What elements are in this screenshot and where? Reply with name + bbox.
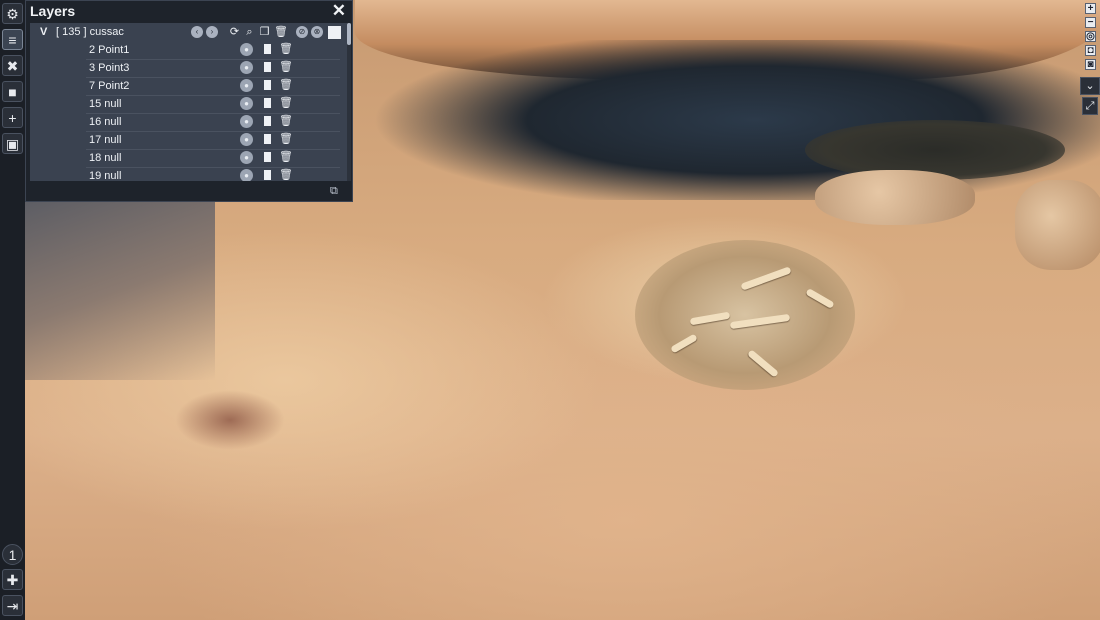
plus-icon[interactable]: + (2, 107, 23, 128)
save-icon[interactable]: ▣ (2, 133, 23, 154)
document-icon[interactable] (263, 61, 272, 73)
trash-icon[interactable]: 🗑 (279, 169, 293, 181)
chevron-down-icon[interactable]: ⌄ (1080, 77, 1100, 95)
trash-icon[interactable]: 🗑 (274, 26, 288, 38)
layer-label: 16 null (89, 116, 122, 128)
layer-label: 18 null (89, 152, 122, 164)
trash-icon[interactable]: 🗑 (279, 79, 293, 91)
document-icon[interactable] (263, 43, 272, 55)
search-icon[interactable]: ⌕ (244, 26, 255, 38)
location-pin-icon[interactable]: ● (240, 43, 253, 56)
rock-boulder-right (1015, 180, 1100, 270)
gear-icon[interactable]: ⚙ (2, 3, 23, 24)
location-pin-icon[interactable]: ● (240, 61, 253, 74)
location-pin-icon[interactable]: ● (240, 79, 253, 92)
zoom-out-icon[interactable]: − (1085, 17, 1096, 28)
close-icon[interactable]: ✕ (332, 1, 346, 21)
rock-boulder (815, 170, 975, 225)
list-item[interactable]: 16 null ● 🗑 (86, 113, 340, 132)
layer-label: 7 Point2 (89, 80, 130, 92)
trash-icon[interactable]: 🗑 (279, 61, 293, 73)
camera-icon[interactable]: ◙ (1085, 59, 1096, 70)
panel-title: Layers (30, 3, 76, 19)
layer-label: 17 null (89, 134, 122, 146)
list-item[interactable]: 2 Point1 ● 🗑 (86, 41, 340, 60)
camera-icon[interactable]: ◘ (1085, 45, 1096, 56)
list-item[interactable]: 17 null ● 🗑 (86, 131, 340, 150)
layer-root-row[interactable]: V [ 135 ] cussac ‹ › ⟳ ⌕ ❐ 🗑 ⊘ ⊗ (30, 23, 348, 41)
scrollbar[interactable] (347, 23, 351, 181)
prev-icon[interactable]: ‹ (191, 26, 203, 38)
rock-wall-left (25, 200, 215, 380)
document-icon[interactable] (263, 151, 272, 163)
document-icon[interactable] (263, 169, 272, 181)
location-pin-icon[interactable]: ● (240, 151, 253, 164)
video-camera-icon[interactable]: ■ (2, 81, 23, 102)
trash-icon[interactable]: 🗑 (279, 133, 293, 145)
trash-icon[interactable]: 🗑 (279, 115, 293, 127)
logout-icon[interactable]: ⇥ (2, 595, 23, 616)
trash-icon[interactable]: 🗑 (279, 151, 293, 163)
layers-stack-icon[interactable]: ⧉ (330, 185, 344, 197)
trash-icon[interactable]: 🗑 (279, 43, 293, 55)
user-add-icon[interactable]: ✚ (2, 569, 23, 590)
location-pin-icon[interactable]: ● (240, 169, 253, 181)
target-icon[interactable]: ◎ (1085, 31, 1096, 42)
water-pool (805, 120, 1065, 180)
document-icon[interactable] (263, 79, 272, 91)
layer-label: 19 null (89, 170, 122, 181)
copy-icon[interactable]: ❐ (259, 26, 270, 38)
fullscreen-icon[interactable]: ⤢ (1082, 97, 1098, 115)
bone-deposit (635, 240, 855, 390)
expand-toggle[interactable]: V (40, 26, 47, 38)
document-icon[interactable] (263, 115, 272, 127)
link-icon[interactable]: ⊘ (296, 26, 308, 38)
trash-icon[interactable]: 🗑 (279, 97, 293, 109)
list-item[interactable]: 7 Point2 ● 🗑 (86, 77, 340, 96)
layer-label: 2 Point1 (89, 44, 130, 56)
list-item[interactable]: 3 Point3 ● 🗑 (86, 59, 340, 78)
list-item[interactable]: 18 null ● 🗑 (86, 149, 340, 168)
tools-icon[interactable]: ✖ (2, 55, 23, 76)
layer-root-label: [ 135 ] cussac (56, 26, 124, 38)
info-badge-icon[interactable]: 1 (2, 544, 23, 565)
layers-icon[interactable]: ≡ (2, 29, 23, 50)
panel-header: Layers ✕ (26, 1, 352, 21)
document-icon[interactable] (263, 133, 272, 145)
hide-icon[interactable]: ⊗ (311, 26, 323, 38)
refresh-icon[interactable]: ⟳ (229, 26, 240, 38)
color-swatch[interactable] (328, 26, 341, 39)
layers-panel: Layers ✕ V [ 135 ] cussac ‹ › ⟳ ⌕ ❐ 🗑 ⊘ … (25, 0, 353, 202)
layer-label: 3 Point3 (89, 62, 130, 74)
document-icon[interactable] (263, 97, 272, 109)
zoom-in-icon[interactable]: + (1085, 3, 1096, 14)
layer-tree: V [ 135 ] cussac ‹ › ⟳ ⌕ ❐ 🗑 ⊘ ⊗ 2 Point… (30, 23, 348, 181)
ground-hollow (175, 390, 285, 450)
list-item[interactable]: 19 null ● 🗑 (86, 167, 340, 181)
location-pin-icon[interactable]: ● (240, 97, 253, 110)
location-pin-icon[interactable]: ● (240, 115, 253, 128)
list-item[interactable]: 15 null ● 🗑 (86, 95, 340, 114)
next-icon[interactable]: › (206, 26, 218, 38)
location-pin-icon[interactable]: ● (240, 133, 253, 146)
scroll-thumb[interactable] (347, 23, 351, 45)
left-toolbar: ⚙ ≡ ✖ ■ + ▣ 1 ✚ ⇥ (0, 0, 25, 620)
layer-label: 15 null (89, 98, 122, 110)
